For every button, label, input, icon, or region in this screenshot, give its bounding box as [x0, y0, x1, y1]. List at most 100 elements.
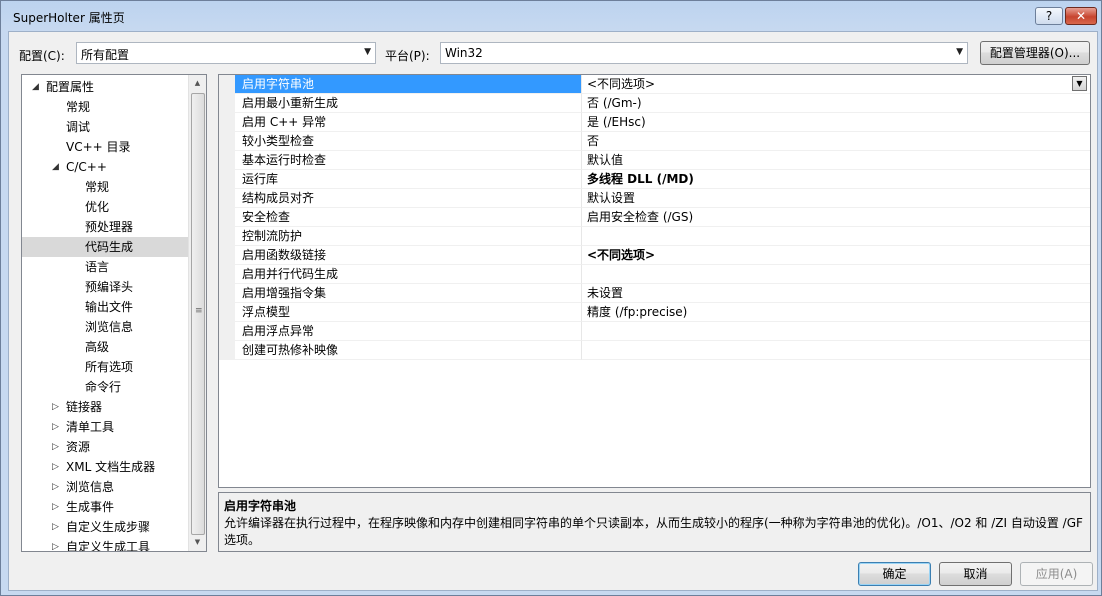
collapsed-arrow-icon[interactable]: ▷ [52, 537, 59, 551]
property-row[interactable]: 浮点模型 精度 (/fp:precise) [219, 303, 1090, 322]
collapsed-arrow-icon[interactable]: ▷ [52, 497, 59, 517]
scroll-up-icon[interactable]: ▲ [189, 75, 206, 92]
tree-item[interactable]: 常规 [22, 177, 188, 197]
property-row[interactable]: 运行库 多线程 DLL (/MD) [219, 170, 1090, 189]
tree-item-label: 浏览信息 [66, 480, 115, 494]
tree-item[interactable]: VC++ 目录 [22, 137, 188, 157]
property-value[interactable]: 默认值 [582, 151, 1090, 170]
property-name[interactable]: 控制流防护 [235, 227, 582, 246]
tree-item[interactable]: ◢ C/C++ [22, 157, 188, 177]
collapsed-arrow-icon[interactable]: ▷ [52, 517, 59, 537]
property-row[interactable]: 创建可热修补映像 [219, 341, 1090, 360]
property-value[interactable]: <不同选项> [582, 75, 1090, 94]
property-name[interactable]: 运行库 [235, 170, 582, 189]
property-value[interactable]: 未设置 [582, 284, 1090, 303]
property-value[interactable]: 精度 (/fp:precise) [582, 303, 1090, 322]
tree-item[interactable]: 输出文件 [22, 297, 188, 317]
property-row[interactable]: 启用函数级链接 <不同选项> [219, 246, 1090, 265]
collapsed-arrow-icon[interactable]: ▷ [52, 437, 59, 457]
property-value[interactable]: 否 (/Gm-) [582, 94, 1090, 113]
tree-item[interactable]: ▷ 链接器 [22, 397, 188, 417]
property-row[interactable]: 启用浮点异常 [219, 322, 1090, 341]
property-name[interactable]: 结构成员对齐 [235, 189, 582, 208]
collapsed-arrow-icon[interactable]: ▷ [52, 417, 59, 437]
cancel-button[interactable]: 取消 [939, 562, 1012, 586]
property-value[interactable]: 默认设置 [582, 189, 1090, 208]
property-row[interactable]: 结构成员对齐 默认设置 [219, 189, 1090, 208]
tree-item[interactable]: 语言 [22, 257, 188, 277]
property-value[interactable]: 否 [582, 132, 1090, 151]
tree-item[interactable]: 优化 [22, 197, 188, 217]
property-grid: 启用字符串池 <不同选项> ▼ 启用最小重新生成否 (/Gm-) 启用 C++ 异常是 … [218, 74, 1091, 488]
property-value[interactable]: 多线程 DLL (/MD) [582, 170, 1090, 189]
tree-item[interactable]: 命令行 [22, 377, 188, 397]
property-name[interactable]: 较小类型检查 [235, 132, 582, 151]
property-row[interactable]: 启用并行代码生成 [219, 265, 1090, 284]
tree-item[interactable]: 调试 [22, 117, 188, 137]
tree-item[interactable]: ▷ 生成事件 [22, 497, 188, 517]
ok-button[interactable]: 确定 [858, 562, 931, 586]
platform-label: 平台(P): [385, 49, 430, 63]
tree-item[interactable]: 预编译头 [22, 277, 188, 297]
property-value[interactable] [582, 341, 1090, 360]
title-bar[interactable]: SuperHolter 属性页 ? ✕ [1, 1, 1101, 31]
tree-item-label: 自定义生成步骤 [66, 520, 151, 534]
dropdown-arrow-icon[interactable]: ▼ [1072, 76, 1087, 91]
tree-item[interactable]: 所有选项 [22, 357, 188, 377]
property-row[interactable]: 控制流防护 [219, 227, 1090, 246]
scrollbar-thumb[interactable]: ≡ [191, 93, 205, 535]
property-row[interactable]: 较小类型检查否 [219, 132, 1090, 151]
apply-button[interactable]: 应用(A) [1020, 562, 1093, 586]
property-row[interactable]: 基本运行时检查 默认值 [219, 151, 1090, 170]
property-value[interactable] [582, 227, 1090, 246]
row-gutter [219, 284, 235, 303]
property-name[interactable]: 启用字符串池 [235, 75, 582, 94]
property-value[interactable] [582, 322, 1090, 341]
property-row[interactable]: 启用字符串池 <不同选项> ▼ [219, 75, 1090, 94]
tree-item[interactable]: ▷ 自定义生成工具 [22, 537, 188, 551]
property-value[interactable]: <不同选项> [582, 246, 1090, 265]
config-combo[interactable]: 所有配置 ▼ [76, 42, 376, 64]
property-row[interactable]: 启用 C++ 异常是 (/EHsc) [219, 113, 1090, 132]
tree-item[interactable]: ▷ 自定义生成步骤 [22, 517, 188, 537]
property-row[interactable]: 启用增强指令集 未设置 [219, 284, 1090, 303]
property-name[interactable]: 启用增强指令集 [235, 284, 582, 303]
property-value-text: 否 [587, 134, 600, 148]
config-manager-button[interactable]: 配置管理器(O)... [980, 41, 1090, 65]
property-name[interactable]: 启用并行代码生成 [235, 265, 582, 284]
property-name[interactable]: 安全检查 [235, 208, 582, 227]
property-name[interactable]: 创建可热修补映像 [235, 341, 582, 360]
scroll-down-icon[interactable]: ▼ [189, 534, 206, 551]
property-row[interactable]: 安全检查 启用安全检查 (/GS) [219, 208, 1090, 227]
property-name[interactable]: 启用最小重新生成 [235, 94, 582, 113]
property-value[interactable]: 是 (/EHsc) [582, 113, 1090, 132]
property-name[interactable]: 启用浮点异常 [235, 322, 582, 341]
platform-combo[interactable]: Win32 ▼ [440, 42, 968, 64]
expanded-arrow-icon[interactable]: ◢ [32, 77, 39, 97]
property-name[interactable]: 基本运行时检查 [235, 151, 582, 170]
tree-item[interactable]: ▷ XML 文档生成器 [22, 457, 188, 477]
tree-item[interactable]: 代码生成 [22, 237, 188, 257]
tree-item[interactable]: ▷ 浏览信息 [22, 477, 188, 497]
tree-item[interactable]: ◢ 配置属性 [22, 77, 188, 97]
property-value[interactable] [582, 265, 1090, 284]
close-button[interactable]: ✕ [1065, 7, 1097, 25]
help-button[interactable]: ? [1035, 7, 1063, 25]
tree-scrollbar[interactable]: ▲ ≡ ▼ [188, 75, 206, 551]
property-row[interactable]: 启用最小重新生成否 (/Gm-) [219, 94, 1090, 113]
property-name[interactable]: 启用函数级链接 [235, 246, 582, 265]
collapsed-arrow-icon[interactable]: ▷ [52, 477, 59, 497]
tree-item[interactable]: 浏览信息 [22, 317, 188, 337]
collapsed-arrow-icon[interactable]: ▷ [52, 457, 59, 477]
tree-item[interactable]: 常规 [22, 97, 188, 117]
tree-item[interactable]: 预处理器 [22, 217, 188, 237]
tree-item[interactable]: 高级 [22, 337, 188, 357]
property-value-text: <不同选项> [587, 248, 656, 262]
property-name[interactable]: 浮点模型 [235, 303, 582, 322]
property-value[interactable]: 启用安全检查 (/GS) [582, 208, 1090, 227]
collapsed-arrow-icon[interactable]: ▷ [52, 397, 59, 417]
tree-item[interactable]: ▷ 清单工具 [22, 417, 188, 437]
tree-item[interactable]: ▷ 资源 [22, 437, 188, 457]
expanded-arrow-icon[interactable]: ◢ [52, 157, 59, 177]
property-name[interactable]: 启用 C++ 异常 [235, 113, 582, 132]
